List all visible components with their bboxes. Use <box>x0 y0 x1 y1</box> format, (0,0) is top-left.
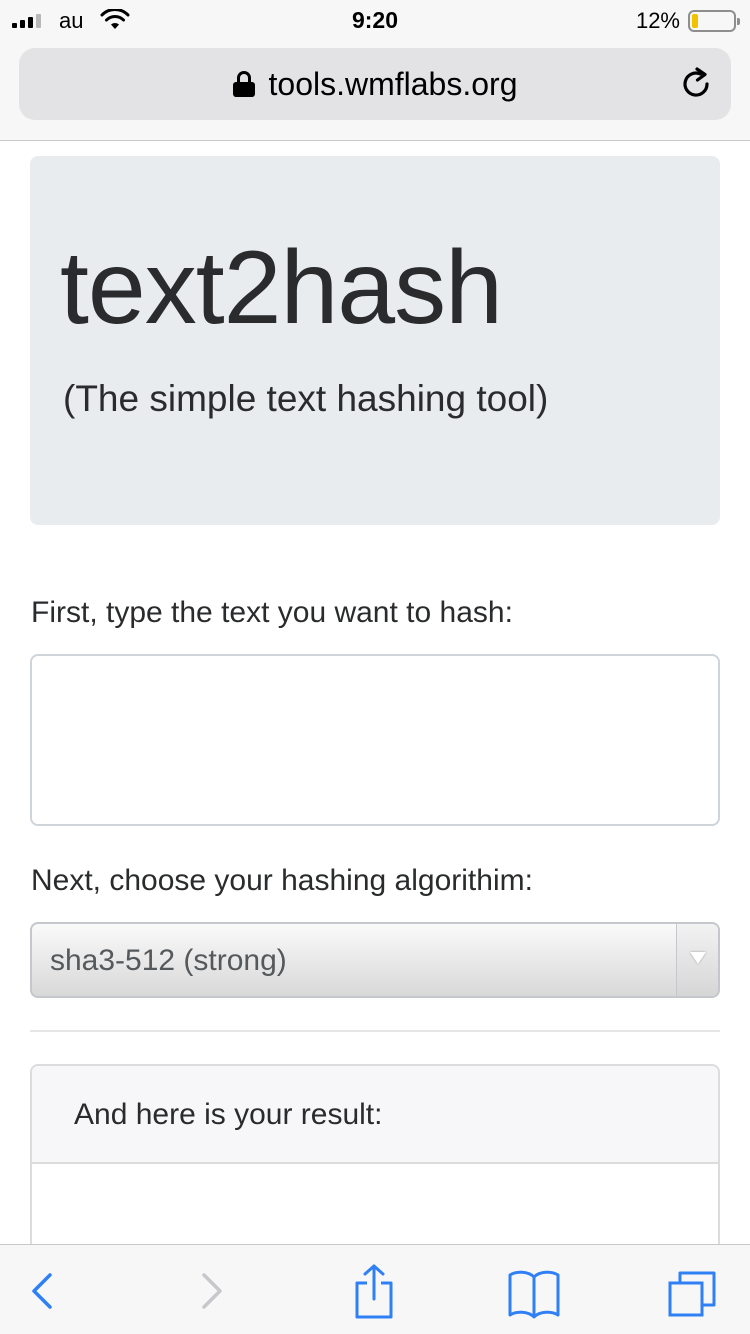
lock-icon <box>232 71 255 97</box>
status-bar: au 9:20 12% <box>0 0 750 40</box>
result-card-header: And here is your result: <box>32 1066 718 1164</box>
share-icon[interactable] <box>346 1263 402 1319</box>
page-subtitle: (The simple text hashing tool) <box>63 378 549 419</box>
result-card: And here is your result: <box>30 1064 720 1264</box>
divider <box>30 1030 720 1032</box>
url-text: tools.wmflabs.org <box>268 66 518 102</box>
algorithm-select[interactable]: sha3-512 (strong) <box>30 922 720 998</box>
tabs-icon[interactable] <box>666 1263 722 1319</box>
battery-icon <box>688 10 740 32</box>
chevron-down-icon[interactable] <box>676 924 718 996</box>
url-display[interactable]: tools.wmflabs.org <box>19 66 731 103</box>
chevron-right-icon[interactable] <box>184 1263 240 1319</box>
algorithm-label: Next, choose your hashing algorithim: <box>31 864 533 897</box>
page-title: text2hash <box>60 230 503 346</box>
text-input-label: First, type the text you want to hash: <box>31 596 513 629</box>
browser-toolbar: tools.wmflabs.org <box>0 40 750 141</box>
chevron-left-icon[interactable] <box>14 1263 70 1319</box>
result-label: And here is your result: <box>74 1098 383 1131</box>
battery-percent: 12% <box>635 8 680 33</box>
reload-icon[interactable] <box>678 66 714 102</box>
book-icon[interactable] <box>506 1263 562 1319</box>
address-bar[interactable]: tools.wmflabs.org <box>19 48 731 120</box>
header-jumbotron: text2hash (The simple text hashing tool) <box>30 156 720 525</box>
algorithm-selected-value: sha3-512 (strong) <box>50 944 287 977</box>
browser-bottom-toolbar <box>0 1244 750 1334</box>
text-to-hash-input[interactable] <box>30 654 720 826</box>
